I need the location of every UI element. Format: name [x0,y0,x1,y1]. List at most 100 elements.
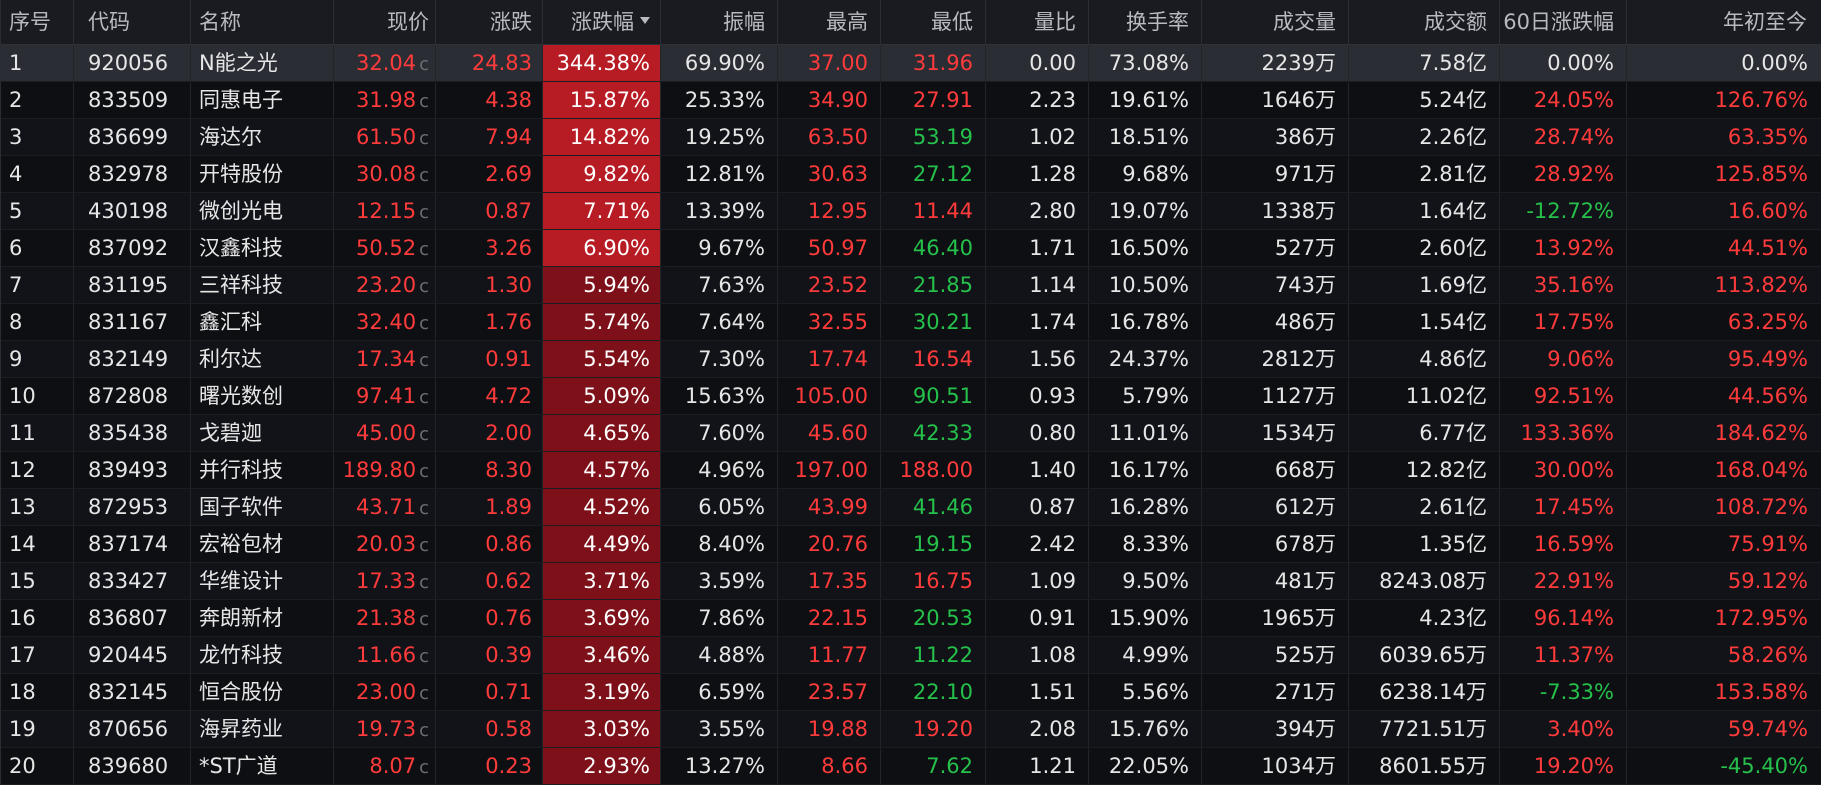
table-row[interactable]: 19 870656 海昇药业 19.73 c 0.58 3.03% 3.55% 19.88 19.… [1,711,1821,748]
sort-desc-icon[interactable] [640,16,650,24]
price-flag: c [419,720,429,741]
low-price: 90.51 [881,378,986,414]
col-header-price[interactable]: 现价 [334,0,436,44]
change-pct: 5.09% [543,378,661,414]
amount: 6.77亿 [1349,415,1500,451]
amount: 2.81亿 [1349,156,1500,192]
amplitude: 15.63% [661,378,778,414]
change-value: 1.89 [436,489,543,525]
volume: 678万 [1202,526,1349,562]
table-row[interactable]: 12 839493 并行科技 189.80 c 8.30 4.57% 4.96% 197.00 1… [1,452,1821,489]
table-row[interactable]: 13 872953 国子软件 43.71 c 1.89 4.52% 6.05% 43.99 41.… [1,489,1821,526]
volume-ratio: 1.02 [986,119,1089,155]
col-header-turnover-rate[interactable]: 换手率 [1089,0,1202,44]
table-row[interactable]: 2 833509 同惠电子 31.98 c 4.38 15.87% 25.33% 34.90 27… [1,82,1821,119]
table-row[interactable]: 14 837174 宏裕包材 20.03 c 0.86 4.49% 8.40% 20.76 19.… [1,526,1821,563]
col-header-amplitude[interactable]: 振幅 [661,0,778,44]
current-price: 23.20 [355,273,417,297]
high-price: 37.00 [778,45,881,81]
amount: 12.82亿 [1349,452,1500,488]
stock-name: 并行科技 [191,452,334,488]
change-60d: 13.92% [1500,230,1627,266]
turnover-rate: 15.76% [1089,711,1202,747]
amount: 8243.08万 [1349,563,1500,599]
change-60d: 17.45% [1500,489,1627,525]
col-header-volume[interactable]: 成交量 [1202,0,1349,44]
col-header-change[interactable]: 涨跌 [436,0,543,44]
volume: 1534万 [1202,415,1349,451]
price-cell: 17.33 c [334,563,436,599]
table-row[interactable]: 6 837092 汉鑫科技 50.52 c 3.26 6.90% 9.67% 50.97 46.4… [1,230,1821,267]
price-cell: 17.34 c [334,341,436,377]
table-row[interactable]: 5 430198 微创光电 12.15 c 0.87 7.71% 13.39% 12.95 11.… [1,193,1821,230]
volume-ratio: 1.51 [986,674,1089,710]
change-value: 1.76 [436,304,543,340]
price-cell: 50.52 c [334,230,436,266]
table-row[interactable]: 3 836699 海达尔 61.50 c 7.94 14.82% 19.25% 63.50 53.… [1,119,1821,156]
current-price: 12.15 [355,199,417,223]
change-ytd: 168.04% [1714,458,1808,482]
amplitude: 6.59% [661,674,778,710]
price-cell: 30.08 c [334,156,436,192]
stock-code: 870656 [74,711,191,747]
table-row[interactable]: 11 835438 戈碧迦 45.00 c 2.00 4.65% 7.60% 45.60 42.3… [1,415,1821,452]
table-row[interactable]: 16 836807 奔朗新材 21.38 c 0.76 3.69% 7.86% 22.15 20.… [1,600,1821,637]
table-row[interactable]: 18 832145 恒合股份 23.00 c 0.71 3.19% 6.59% 23.57 22.… [1,674,1821,711]
table-row[interactable]: 7 831195 三祥科技 23.20 c 1.30 5.94% 7.63% 23.52 21.8… [1,267,1821,304]
turnover-rate: 16.28% [1089,489,1202,525]
volume-ratio: 0.00 [986,45,1089,81]
table-row[interactable]: 9 832149 利尔达 17.34 c 0.91 5.54% 7.30% 17.74 16.54… [1,341,1821,378]
col-header-code[interactable]: 代码 [74,0,191,44]
col-header-change-pct[interactable]: 涨跌幅 [543,0,661,44]
change-value: 0.39 [436,637,543,673]
table-row[interactable]: 8 831167 鑫汇科 32.40 c 1.76 5.74% 7.64% 32.55 30.21… [1,304,1821,341]
col-header-low[interactable]: 最低 [881,0,986,44]
row-index: 17 [1,637,74,673]
change-value: 0.87 [436,193,543,229]
amplitude: 7.86% [661,600,778,636]
amplitude: 4.96% [661,452,778,488]
volume: 271万 [1202,674,1349,710]
stock-code: 872808 [74,378,191,414]
col-header-60d-change[interactable]: 60日涨跌幅 [1500,0,1627,44]
high-price: 17.74 [778,341,881,377]
current-price: 19.73 [355,717,417,741]
row-index: 12 [1,452,74,488]
change-value: 0.62 [436,563,543,599]
table-row[interactable]: 20 839680 *ST广道 8.07 c 0.23 2.93% 13.27% 8.66 7.6… [1,748,1821,785]
current-price: 20.03 [355,532,417,556]
row-index: 10 [1,378,74,414]
change-value: 3.26 [436,230,543,266]
change-ytd: 75.91% [1727,532,1808,556]
price-cell: 43.71 c [334,489,436,525]
table-row[interactable]: 10 872808 曙光数创 97.41 c 4.72 5.09% 15.63% 105.00 9… [1,378,1821,415]
change-ytd: 58.26% [1727,643,1808,667]
table-row[interactable]: 17 920445 龙竹科技 11.66 c 0.39 3.46% 4.88% 11.77 11.… [1,637,1821,674]
price-cell: 32.40 c [334,304,436,340]
high-price: 43.99 [778,489,881,525]
volume-ratio: 1.09 [986,563,1089,599]
amplitude: 25.33% [661,82,778,118]
col-header-name[interactable]: 名称 [191,0,334,44]
stock-code: 831167 [74,304,191,340]
table-row[interactable]: 4 832978 开特股份 30.08 c 2.69 9.82% 12.81% 30.63 27.… [1,156,1821,193]
high-price: 20.76 [778,526,881,562]
table-row[interactable]: 1 920056 N能之光 32.04 c 24.83 344.38% 69.90% 37.00… [1,45,1821,82]
change-value: 0.91 [436,341,543,377]
table-body: 1 920056 N能之光 32.04 c 24.83 344.38% 69.90% 37.00… [1,45,1821,785]
amplitude: 7.30% [661,341,778,377]
low-price: 31.96 [881,45,986,81]
col-header-volume-ratio[interactable]: 量比 [986,0,1089,44]
stock-name: 华维设计 [191,563,334,599]
col-header-ytd-change[interactable]: 年初至今 [1627,0,1821,44]
col-header-index[interactable]: 序号 [1,0,74,44]
col-header-high[interactable]: 最高 [778,0,881,44]
price-flag: c [419,313,429,334]
col-header-amount[interactable]: 成交额 [1349,0,1500,44]
table-row[interactable]: 15 833427 华维设计 17.33 c 0.62 3.71% 3.59% 17.35 16.… [1,563,1821,600]
stock-code: 920056 [74,45,191,81]
price-cell: 11.66 c [334,637,436,673]
stock-code: 836807 [74,600,191,636]
turnover-rate: 22.05% [1089,748,1202,784]
change-ytd: 184.62% [1714,421,1808,445]
